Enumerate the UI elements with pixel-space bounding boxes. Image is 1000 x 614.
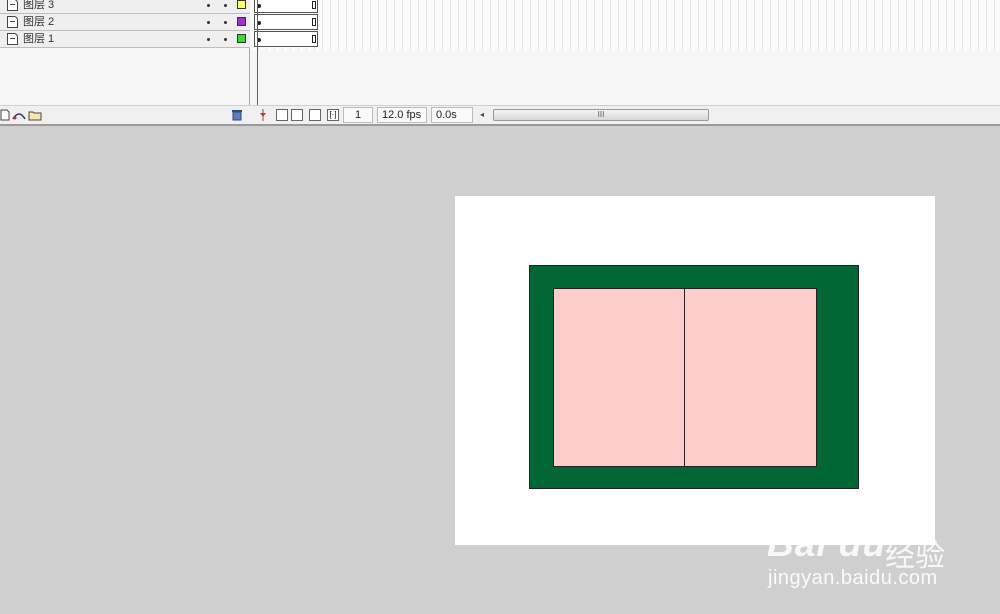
watermark-brand: Bai du	[767, 523, 887, 564]
layer-name: 图层 1	[23, 33, 55, 45]
visibility-dot[interactable]	[207, 21, 210, 24]
scroll-left-arrow-icon[interactable]: ◂	[480, 108, 484, 122]
lock-dot[interactable]	[224, 21, 227, 24]
end-frame-marker	[312, 35, 316, 43]
layer-row-2[interactable]: 图层 2	[0, 14, 250, 31]
lock-dot[interactable]	[224, 4, 227, 7]
add-guide-layer-icon[interactable]	[12, 109, 26, 121]
center-divider-line[interactable]	[684, 288, 685, 467]
layer-name: 图层 2	[23, 16, 55, 28]
edit-multiple-frames-icon[interactable]	[309, 109, 321, 121]
outline-color-swatch[interactable]	[237, 34, 246, 43]
trash-icon[interactable]	[231, 109, 243, 121]
add-folder-icon[interactable]	[28, 109, 42, 121]
layer-name: 图层 3	[23, 0, 55, 11]
elapsed-time: 0.0s	[431, 107, 473, 123]
playhead[interactable]	[257, 0, 258, 110]
watermark-url: jingyan.baidu.com	[768, 567, 938, 589]
frame-span-layer-1[interactable]	[254, 31, 318, 47]
end-frame-marker	[312, 1, 316, 9]
layer-list: 图层 3 图层 2 图层 1	[0, 0, 250, 105]
layer-icon	[7, 0, 18, 11]
current-frame: 1	[343, 107, 373, 123]
visibility-dot[interactable]	[207, 4, 210, 7]
scrollbar-thumb[interactable]: III	[493, 109, 709, 121]
timeline-horizontal-scrollbar[interactable]: ◂ III	[476, 108, 711, 122]
frame-span-layer-2[interactable]	[254, 14, 318, 30]
onion-markers-icon[interactable]: [·]	[327, 109, 339, 121]
onion-skin-icon[interactable]	[276, 109, 288, 121]
center-frame-icon[interactable]	[258, 109, 268, 121]
outline-color-swatch[interactable]	[237, 0, 246, 9]
frame-span-layer-3[interactable]	[254, 0, 318, 13]
inner-pink-rectangle[interactable]	[553, 288, 817, 467]
frame-rate[interactable]: 12.0 fps	[377, 107, 427, 123]
outline-color-swatch[interactable]	[237, 17, 246, 26]
layer-row-3[interactable]: 图层 3	[0, 0, 250, 14]
add-layer-icon[interactable]	[0, 109, 10, 121]
visibility-dot[interactable]	[207, 38, 210, 41]
baidu-jingyan-watermark: Bai du 经验 jingyan.baidu.com	[765, 505, 995, 605]
layer-icon	[7, 16, 18, 28]
timeline-status-bar: [·] 1 12.0 fps 0.0s ◂ III	[0, 105, 1000, 124]
layer-row-1[interactable]: 图层 1	[0, 31, 250, 48]
onion-skin-outline-icon[interactable]	[291, 109, 303, 121]
timeline-panel: 图层 3 图层 2 图层 1 [·] 1 12.0 fps 0.0s ◂ III	[0, 0, 1000, 126]
frame-grid[interactable]	[251, 0, 1000, 50]
layer-icon	[7, 33, 18, 45]
lock-dot[interactable]	[224, 38, 227, 41]
end-frame-marker	[312, 18, 316, 26]
